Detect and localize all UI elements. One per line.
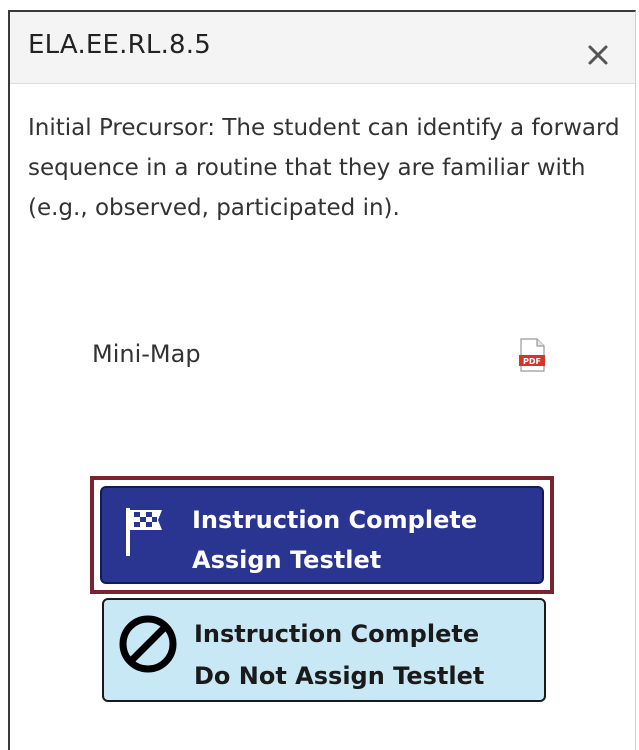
do-not-assign-line1: Instruction Complete [194,620,480,648]
panel-header: ELA.EE.RL.8.5 [10,12,635,84]
prohibited-icon [119,615,177,673]
do-not-assign-line2: Do Not Assign Testlet [194,662,485,690]
precursor-description: Initial Precursor: The student can ident… [28,115,620,221]
do-not-assign-testlet-button[interactable]: Instruction Complete Do Not Assign Testl… [102,598,546,702]
assign-testlet-highlight: Instruction Complete Assign Testlet [90,476,554,594]
panel-title: ELA.EE.RL.8.5 [28,30,211,60]
checkered-flag-icon [126,508,162,556]
assign-testlet-line2: Assign Testlet [192,546,382,574]
pdf-icon[interactable]: PDF [518,338,546,372]
close-icon[interactable] [583,40,613,70]
assign-testlet-line1: Instruction Complete [192,506,478,534]
assign-testlet-button[interactable]: Instruction Complete Assign Testlet [100,486,544,584]
minimap-label: Mini-Map [92,340,201,368]
standard-detail-panel: ELA.EE.RL.8.5 Initial Precursor: The stu… [8,10,636,750]
pdf-icon-text: PDF [523,357,541,366]
